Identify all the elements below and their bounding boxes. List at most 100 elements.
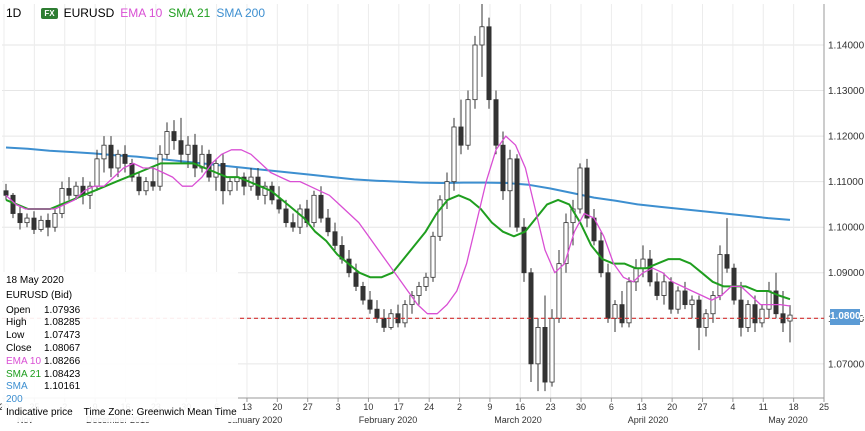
candle — [87, 181, 93, 209]
candle — [724, 218, 730, 273]
candle-body-up — [766, 290, 772, 310]
candle — [584, 158, 590, 228]
candle — [661, 272, 667, 305]
candle-body-down — [122, 153, 128, 164]
info-row-sma200: SMA 200 1.10161 — [6, 381, 81, 406]
x-day-label: 4 — [730, 402, 735, 412]
sma21-legend[interactable]: SMA 21 — [168, 6, 210, 20]
candle — [633, 259, 639, 291]
candle-body-down — [458, 126, 464, 146]
candle — [745, 300, 751, 332]
candle — [164, 122, 170, 159]
candle — [24, 213, 30, 228]
candle — [325, 208, 331, 237]
candle-body-down — [668, 281, 674, 310]
candle-body-up — [444, 181, 450, 201]
candle — [248, 167, 254, 191]
candle-body-down — [66, 188, 72, 196]
candle — [59, 181, 65, 219]
x-day-label: 17 — [394, 402, 404, 412]
candle-body-down — [136, 176, 142, 192]
candle-body-down — [283, 208, 289, 224]
y-tick-label: 1.10000 — [828, 223, 865, 234]
chart-legend: 1D FX EURUSD EMA 10 SMA 21 SMA 200 — [6, 6, 265, 20]
candle — [262, 181, 268, 205]
candle — [234, 167, 240, 191]
candle-body-up — [535, 326, 541, 365]
x-day-label: 20 — [667, 402, 677, 412]
candle — [423, 272, 429, 291]
candle-body-down — [17, 213, 23, 224]
candle — [395, 304, 401, 328]
candle — [577, 163, 583, 214]
x-day-label: 23 — [546, 402, 556, 412]
candle-body-down — [325, 217, 331, 233]
fx-badge: FX — [41, 7, 58, 19]
candle — [416, 281, 422, 305]
candle — [675, 286, 681, 314]
candle-body-down — [493, 99, 499, 146]
current-price-tag: 1.08002 — [830, 309, 865, 325]
candle-body-up — [675, 290, 681, 310]
candle-body-down — [724, 254, 730, 269]
x-day-label: 27 — [698, 402, 708, 412]
ema10-legend[interactable]: EMA 10 — [120, 6, 162, 20]
y-tick-label: 1.14000 — [828, 40, 865, 51]
candle — [143, 177, 149, 196]
candle — [360, 281, 366, 305]
candle — [388, 309, 394, 330]
candle-body-down — [514, 158, 520, 228]
x-day-label: 9 — [487, 402, 492, 412]
candle — [220, 154, 226, 205]
candle — [556, 249, 562, 323]
candle-body-down — [360, 286, 366, 301]
x-day-label: 11 — [759, 402, 768, 412]
candle-body-up — [311, 194, 317, 224]
x-day-label: 20 — [272, 402, 282, 412]
candle-body-up — [745, 304, 751, 328]
x-month-label: April 2020 — [628, 415, 669, 425]
candle — [45, 213, 51, 237]
candle — [129, 158, 135, 182]
sma200-legend[interactable]: SMA 200 — [216, 6, 265, 20]
timeframe-label[interactable]: 1D — [6, 6, 21, 20]
candle-body-down — [290, 222, 296, 228]
x-day-label: 24 — [424, 402, 434, 412]
candle — [381, 309, 387, 332]
candle — [38, 215, 44, 232]
candle-body-up — [577, 167, 583, 210]
x-day-label: 16 — [515, 402, 525, 412]
candle-body-up — [451, 126, 457, 183]
candle — [178, 117, 184, 164]
candle — [493, 90, 499, 155]
candle-body-down — [696, 299, 702, 328]
candle-body-up — [703, 313, 709, 328]
candle-body-down — [500, 144, 506, 192]
candle — [668, 277, 674, 314]
candle-body-up — [759, 308, 765, 324]
candle — [696, 295, 702, 351]
candle — [157, 145, 163, 191]
x-day-label: 30 — [576, 402, 586, 412]
candle — [52, 208, 58, 232]
candle — [430, 231, 436, 282]
y-tick-label: 1.11000 — [828, 177, 864, 188]
candle — [213, 158, 219, 191]
candle-body-down — [332, 231, 338, 246]
candle — [626, 277, 632, 328]
candle-body-up — [717, 254, 723, 296]
candle — [738, 281, 744, 337]
candle — [472, 35, 478, 109]
candle — [437, 195, 443, 241]
x-day-label: 13 — [637, 402, 647, 412]
candle-body-down — [682, 290, 688, 306]
candle — [766, 281, 772, 319]
symbol-label[interactable]: EURUSD — [64, 6, 115, 20]
candle — [542, 295, 548, 392]
candle-body-up — [430, 235, 436, 278]
candle-body-down — [3, 190, 9, 196]
candle-body-up — [297, 208, 303, 228]
candle-body-up — [24, 217, 30, 224]
candle-body-up — [479, 26, 485, 46]
info-instrument: EURUSD (Bid) — [6, 289, 73, 301]
